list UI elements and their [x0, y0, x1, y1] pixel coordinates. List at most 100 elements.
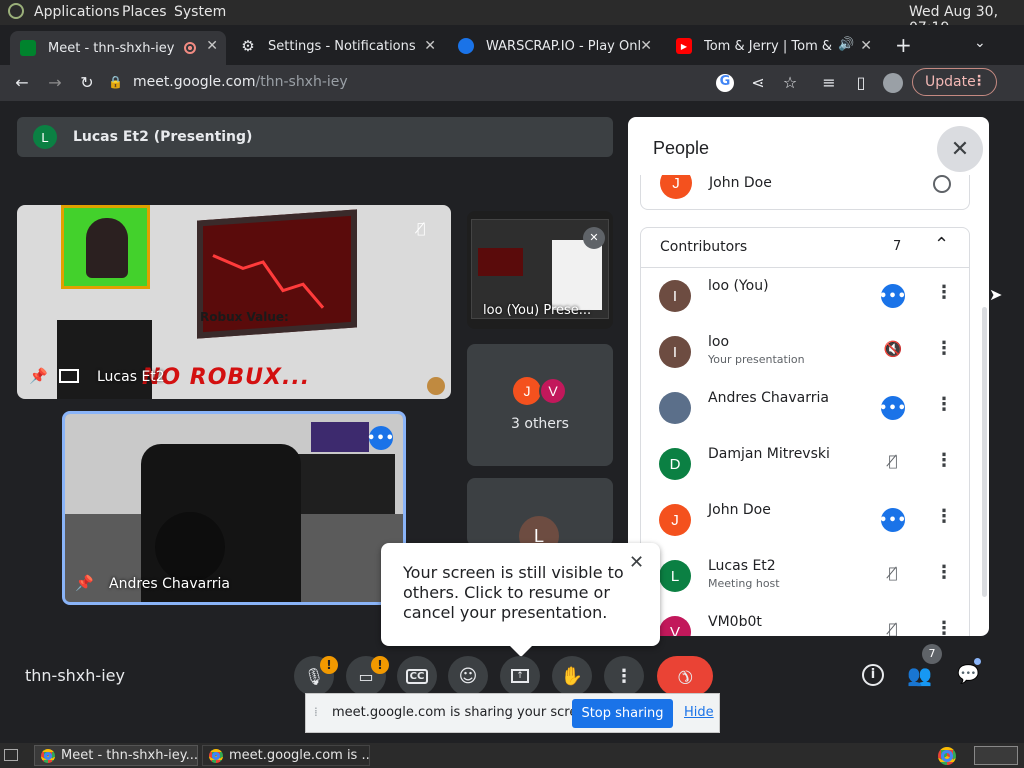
back-icon[interactable]: ← — [12, 73, 32, 92]
pinned-participant-row[interactable]: J John Doe — [640, 175, 970, 210]
share-icon[interactable]: ⋖ — [748, 73, 768, 92]
more-options-icon[interactable]: ⋮ — [935, 618, 953, 636]
participant-row[interactable]: V VM0b0t 🎙̸ ⋮ — [640, 604, 960, 636]
tab-settings[interactable]: ⚙ Settings - Notifications ✕ — [230, 31, 444, 61]
video-tile-lucas[interactable]: Robux Value: NO ROBUX... 🎙̸ 📌 Lucas Et2 — [17, 205, 451, 399]
chrome-icon — [209, 748, 223, 763]
taskbar-item-sharing[interactable]: meet.google.com is ... — [202, 745, 370, 766]
stop-sharing-button[interactable]: Stop sharing — [572, 699, 673, 728]
more-options-icon[interactable]: ⋮ — [935, 282, 953, 303]
reload-icon[interactable]: ↻ — [77, 73, 97, 92]
video-tile-lucas-small[interactable]: L — [467, 478, 613, 546]
participant-row[interactable]: I loo Your presentation 🔇 ⋮ — [640, 324, 960, 380]
contributors-header[interactable]: Contributors 7 ⌃ — [641, 228, 969, 268]
more-options-icon[interactable]: ⋮ — [935, 562, 953, 583]
more-options-icon[interactable]: ⋮ — [935, 394, 953, 415]
chat-icon[interactable]: 💬 — [957, 664, 979, 685]
show-desktop-icon[interactable] — [4, 749, 18, 761]
participant-row[interactable]: J John Doe ••• ⋮ — [640, 492, 960, 548]
participant-row[interactable]: L Lucas Et2 Meeting host 🎙̸ ⋮ — [640, 548, 960, 604]
side-panel-icon[interactable]: ▯ — [851, 73, 871, 92]
forward-icon[interactable]: → — [45, 73, 65, 92]
people-icon[interactable]: 👥 — [907, 663, 932, 687]
talking-indicator-icon: ••• — [879, 284, 906, 308]
tile-name: loo (You) Prese... — [483, 303, 592, 318]
drag-handle-icon[interactable]: ⁞ — [314, 705, 318, 719]
update-button[interactable]: Update ⋮ — [912, 68, 997, 96]
workspace-switcher[interactable] — [974, 746, 1018, 765]
os-taskbar: Meet - thn-shxh-iey... meet.google.com i… — [0, 743, 1024, 768]
raise-hand-button[interactable]: ✋ — [552, 656, 592, 696]
tray-chrome-icon[interactable] — [938, 747, 956, 765]
participant-row[interactable]: I loo (You) ••• ⋮ — [640, 268, 960, 324]
person-head — [155, 512, 225, 582]
google-lens-icon[interactable]: G — [716, 74, 734, 92]
more-options-icon[interactable]: ⋮ — [935, 450, 953, 471]
close-tab-icon[interactable]: ✕ — [860, 38, 872, 54]
profile-avatar-icon[interactable] — [883, 73, 903, 93]
slide-text: Robux Value: — [200, 310, 289, 324]
update-label: Update — [925, 74, 976, 90]
tab-warscrap[interactable]: WARSCRAP.IO - Play Onl ✕ — [448, 31, 660, 61]
media-playlist-icon[interactable]: ≡ — [819, 73, 839, 92]
new-tab-icon[interactable]: + — [895, 33, 912, 57]
close-tooltip-icon[interactable]: ✕ — [629, 553, 644, 573]
applications-menu[interactable]: Applications — [34, 4, 120, 20]
video-tile-others[interactable]: J V 3 others — [467, 344, 613, 466]
os-top-bar: Applications Places System Wed Aug 30, 0… — [0, 0, 1024, 36]
more-options-icon[interactable]: ⋮ — [935, 338, 953, 359]
others-avatar-j: J — [513, 377, 541, 405]
reactions-button[interactable]: ☺ — [448, 656, 488, 696]
pin-icon[interactable]: 📌 — [75, 574, 94, 592]
chat-unread-dot — [974, 658, 981, 665]
present-button[interactable]: ↑ — [500, 656, 540, 696]
pin-icon[interactable]: 📌 — [29, 367, 48, 385]
tile-name: Lucas Et2 — [97, 369, 165, 385]
close-tab-icon[interactable]: ✕ — [640, 38, 652, 54]
captions-icon: CC — [405, 668, 429, 684]
url-host: meet.google.com — [132, 74, 256, 90]
leave-call-button[interactable]: ✆ — [657, 656, 713, 696]
others-avatar-v: V — [539, 377, 567, 405]
participant-row[interactable]: D Damjan Mitrevski 🎙̸ ⋮ — [640, 436, 960, 492]
tab-meet[interactable]: Meet - thn-shxh-iey ✕ — [10, 31, 226, 65]
url-path: /thn-shxh-iey — [255, 74, 348, 90]
hang-up-icon: ✆ — [672, 663, 698, 689]
bookmark-star-icon[interactable]: ☆ — [780, 73, 800, 92]
more-options-icon[interactable]: ⋮ — [935, 506, 953, 527]
participant-row[interactable]: Andres Chavarria ••• ⋮ — [640, 380, 960, 436]
os-logo-icon[interactable] — [8, 3, 24, 19]
video-tile-andres[interactable]: ••• 📌 Andres Chavarria — [62, 411, 406, 605]
close-tab-icon[interactable]: ✕ — [206, 38, 218, 54]
meeting-info-icon[interactable]: i — [862, 664, 884, 686]
places-menu[interactable]: Places — [122, 4, 167, 20]
mouse-cursor-icon: ➤ — [989, 285, 1003, 304]
mic-off-icon: 🎙̸ — [417, 221, 426, 237]
hide-link[interactable]: Hide — [684, 705, 714, 720]
chevron-down-icon[interactable]: ⌄ — [974, 35, 986, 51]
close-tab-icon[interactable]: ✕ — [424, 38, 436, 54]
close-panel-icon[interactable]: ✕ — [937, 126, 983, 172]
mic-warning-icon: ! — [320, 656, 338, 674]
wall-banner — [311, 422, 369, 452]
people-count-badge: 7 — [922, 644, 942, 664]
address-bar[interactable]: 🔒 meet.google.com /thn-shxh-iey — [108, 68, 708, 96]
chrome-icon — [41, 748, 55, 763]
video-tile-self-presentation[interactable]: ✕ loo (You) Prese... — [467, 211, 613, 329]
taskbar-item-meet[interactable]: Meet - thn-shxh-iey... — [34, 745, 198, 766]
share-message: meet.google.com is sharing your screen. — [332, 705, 598, 720]
tab-title: Settings - Notifications — [268, 38, 416, 54]
chevron-up-icon[interactable]: ⌃ — [934, 234, 949, 255]
captions-button[interactable]: CC — [397, 656, 437, 696]
more-options-button[interactable]: ⋮ — [604, 656, 644, 696]
system-menu[interactable]: System — [174, 4, 226, 20]
speaker-icon[interactable]: 🔊 — [838, 37, 854, 52]
tab-youtube[interactable]: ▶ Tom & Jerry | Tom & Je 🔊 ✕ — [666, 31, 880, 61]
panel-scrollbar[interactable] — [982, 307, 987, 597]
participant-avatar: I — [659, 336, 691, 368]
talking-indicator-icon: ••• — [879, 508, 906, 532]
participant-avatar: J — [660, 175, 692, 199]
recording-icon — [184, 42, 196, 54]
present-to-all-icon: ↑ — [511, 669, 529, 683]
participant-avatar: J — [659, 504, 691, 536]
